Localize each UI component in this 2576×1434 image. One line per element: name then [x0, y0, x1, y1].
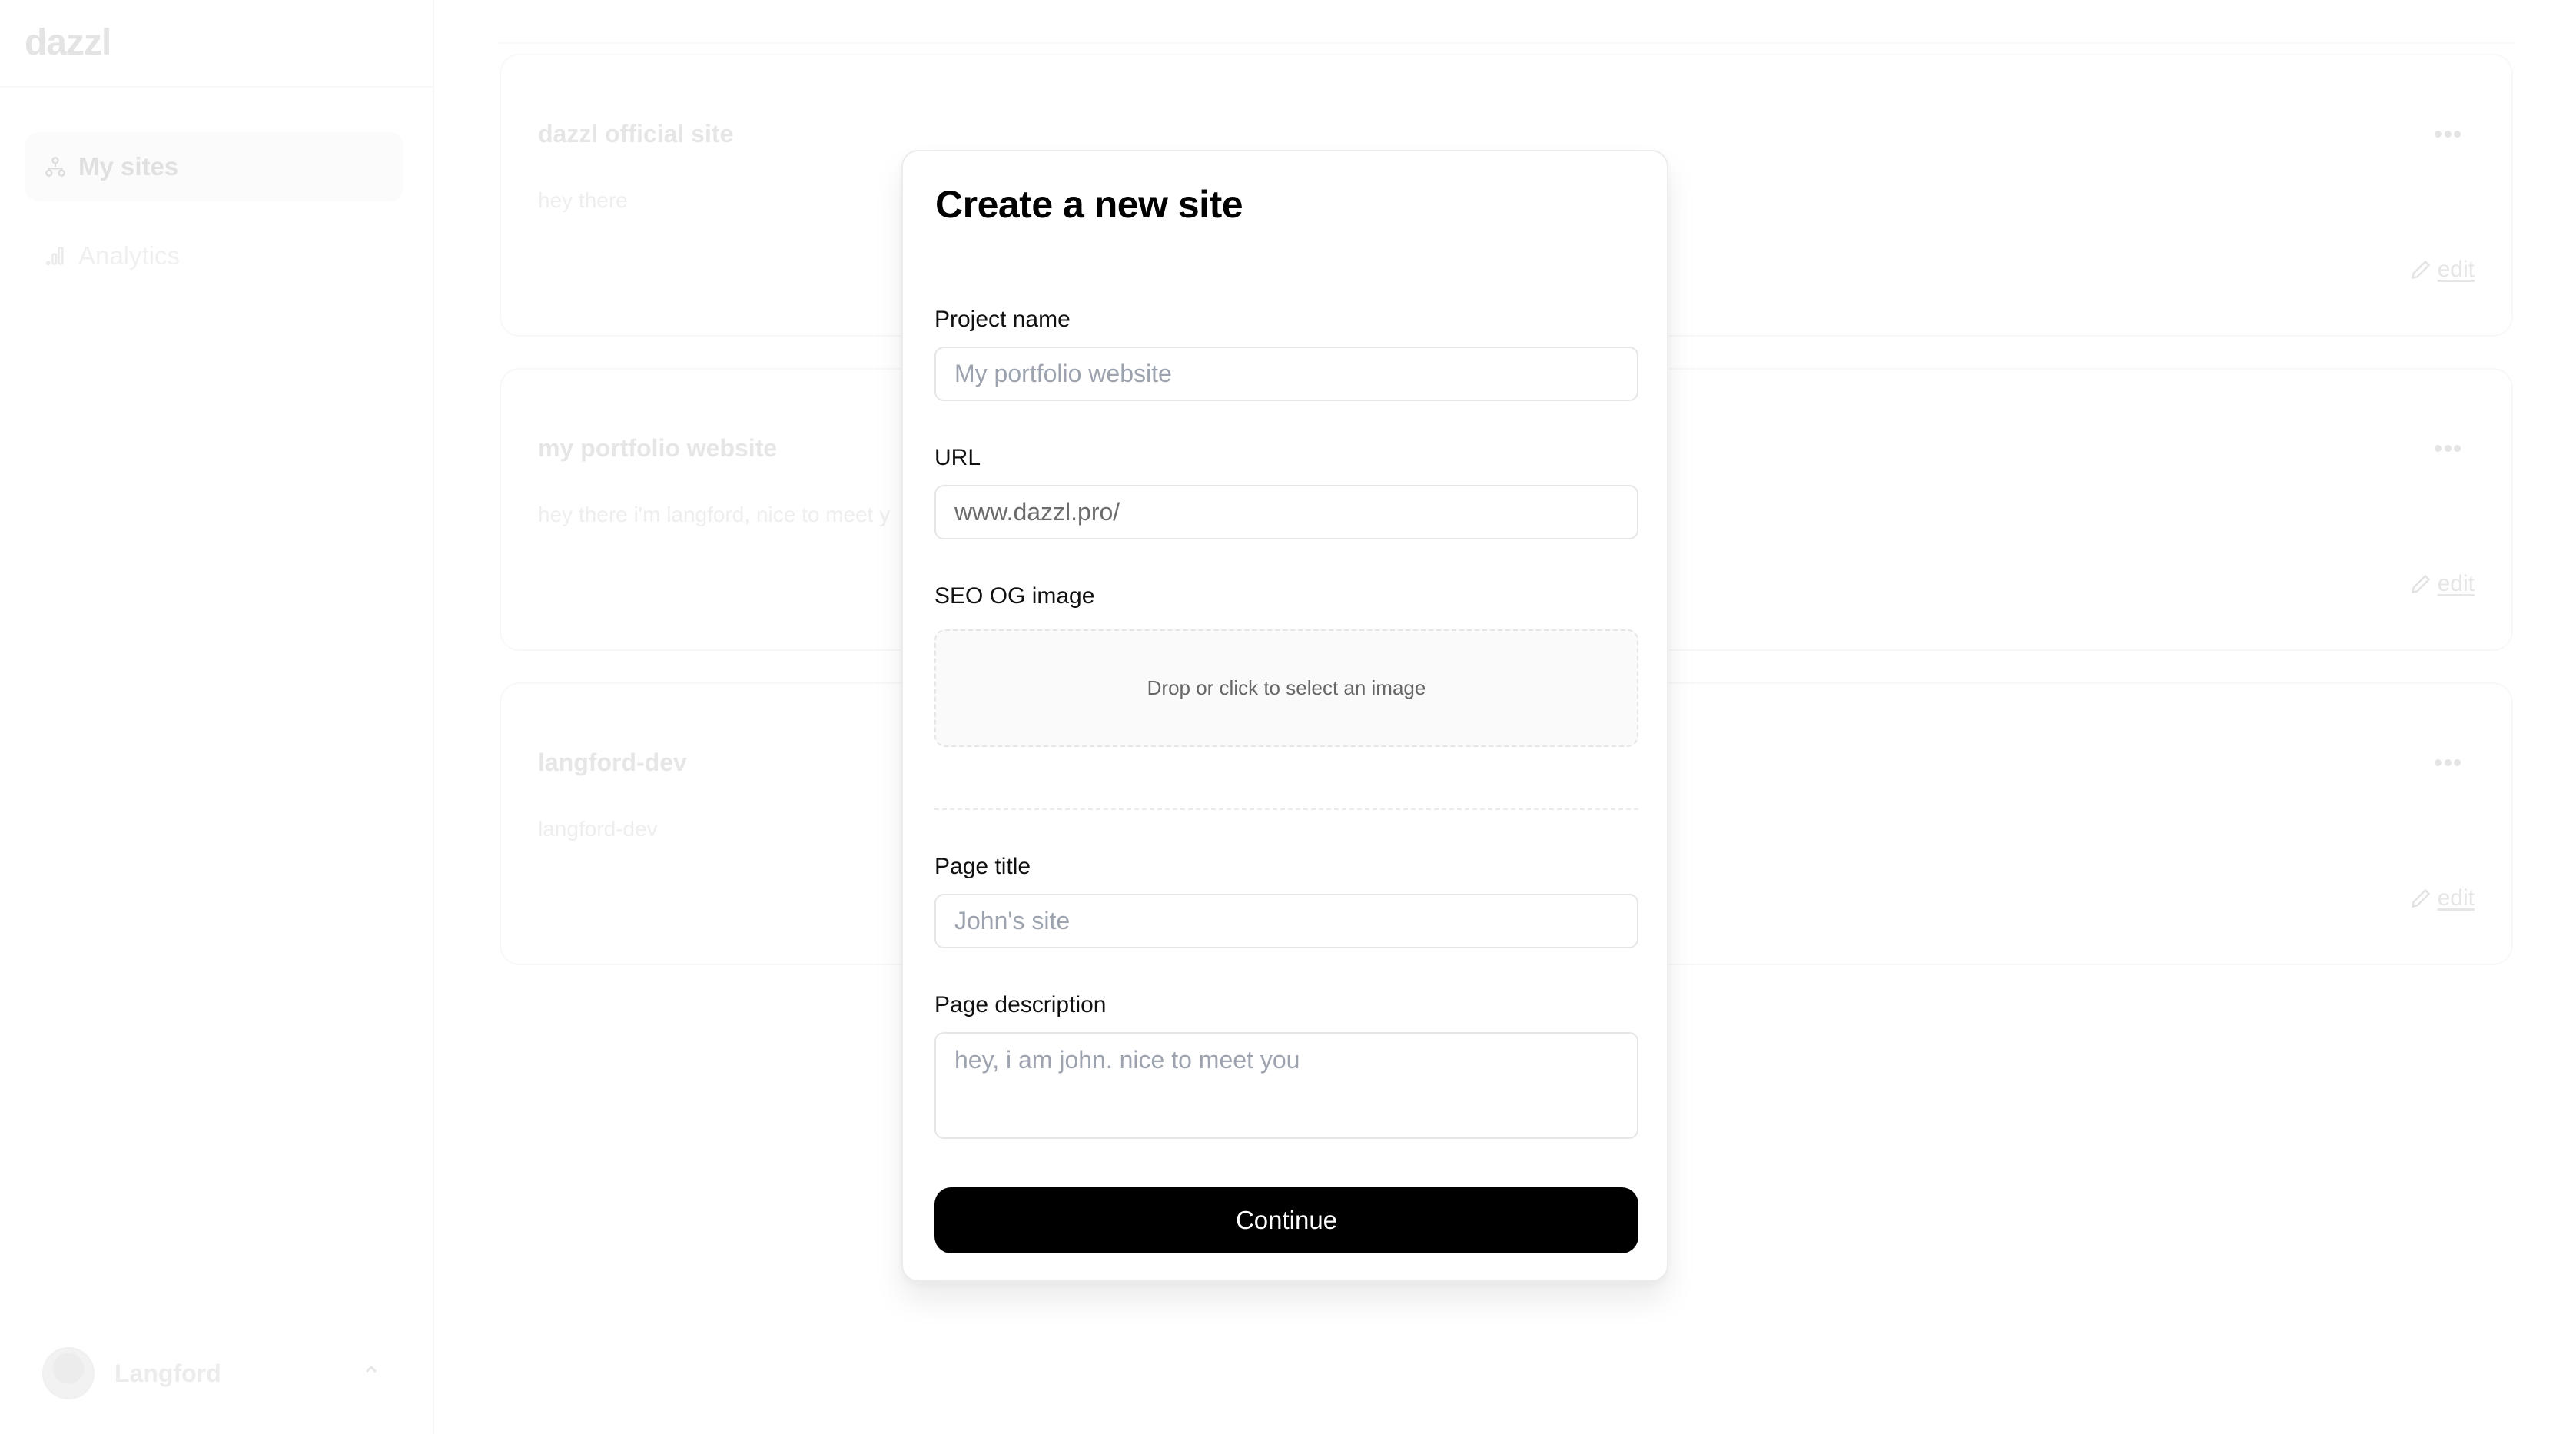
- section-divider: [934, 808, 1638, 810]
- dropzone-text: Drop or click to select an image: [1147, 676, 1426, 699]
- url-input[interactable]: [934, 485, 1638, 539]
- page-description-textarea[interactable]: [934, 1032, 1638, 1139]
- page-title-label: Page title: [934, 854, 1031, 879]
- page-description-label: Page description: [934, 992, 1107, 1017]
- create-site-dialog: Create a new site Project name URL SEO O…: [901, 150, 1668, 1282]
- project-name-input[interactable]: [934, 347, 1638, 401]
- url-label: URL: [934, 445, 981, 470]
- project-name-label: Project name: [934, 307, 1071, 332]
- og-image-label: SEO OG image: [934, 583, 1095, 609]
- page-title-input[interactable]: [934, 894, 1638, 948]
- continue-button[interactable]: Continue: [934, 1187, 1638, 1253]
- dialog-title: Create a new site: [935, 183, 1243, 226]
- og-image-dropzone[interactable]: Drop or click to select an image: [934, 629, 1638, 747]
